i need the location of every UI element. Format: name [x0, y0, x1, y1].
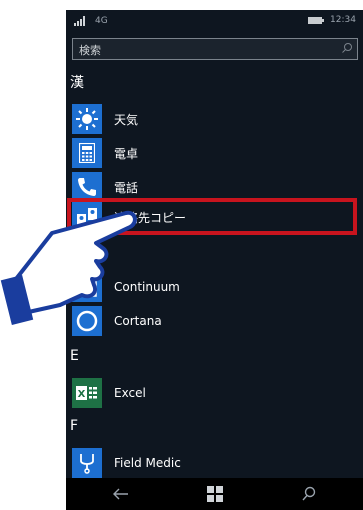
phone-icon	[72, 172, 102, 202]
app-item-calculator[interactable]: 電卓	[72, 138, 358, 168]
navigation-bar	[66, 478, 363, 510]
search-icon	[342, 43, 352, 53]
app-label: 電卓	[114, 146, 139, 161]
search-icon	[302, 486, 316, 501]
section-header-kanji[interactable]: 漢	[70, 72, 84, 92]
signal-strength-icon	[74, 16, 85, 26]
section-header-f[interactable]: F	[70, 418, 78, 434]
search-placeholder: 検索	[79, 44, 101, 57]
app-item-phone[interactable]: 電話	[72, 172, 358, 202]
back-button[interactable]	[110, 484, 132, 504]
windows-logo-icon	[207, 486, 223, 502]
start-button[interactable]	[204, 484, 226, 504]
app-label: 天気	[114, 112, 139, 127]
battery-icon	[308, 17, 324, 24]
network-type: 4G	[95, 16, 108, 26]
back-arrow-icon	[113, 488, 128, 500]
app-item-excel[interactable]: X Excel	[72, 378, 358, 408]
app-item-weather[interactable]: 天気	[72, 104, 358, 134]
search-nav-button[interactable]	[298, 484, 320, 504]
section-header-e[interactable]: E	[70, 348, 79, 364]
clock: 12:34	[330, 15, 356, 25]
app-label: Excel	[114, 386, 146, 400]
calculator-icon	[72, 138, 102, 168]
app-item-field-medic[interactable]: Field Medic	[72, 448, 358, 478]
app-label: Field Medic	[114, 456, 181, 470]
weather-sun-icon	[72, 104, 102, 134]
app-label: 電話	[114, 180, 139, 195]
svg-text:X: X	[78, 389, 86, 400]
excel-icon: X	[72, 378, 102, 408]
status-bar: 4G 12:34	[66, 10, 363, 40]
pointing-hand-icon	[0, 210, 137, 325]
search-input[interactable]: 検索	[72, 38, 358, 60]
field-medic-icon	[72, 448, 102, 478]
